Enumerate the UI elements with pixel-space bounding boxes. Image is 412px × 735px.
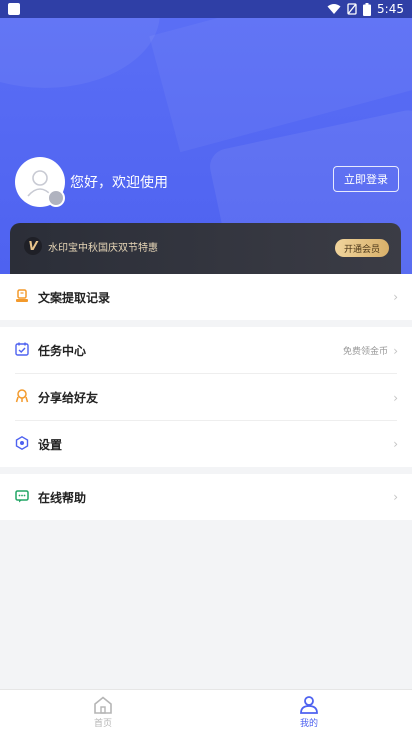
login-button[interactable]: 立即登录 [333,166,399,192]
menu-card-main: 任务中心 免费领金币 › 分享给好友 › 设置 › [0,327,412,467]
status-bar: 5:45 [0,0,412,18]
chevron-right-icon: › [393,290,398,304]
menu-card-records: 文案提取记录 › [0,274,412,320]
settings-hex-icon [15,436,29,450]
menu-item-share[interactable]: 分享给好友 › [0,374,412,421]
menu-item-online-help[interactable]: 在线帮助 › [0,474,412,520]
document-stamp-icon [16,289,28,302]
chevron-right-icon: › [393,437,398,451]
menu-card-help: 在线帮助 › [0,474,412,520]
avatar-badge-icon [47,189,65,207]
chevron-right-icon: › [393,343,398,358]
vip-promo-text: 水印宝中秋国庆双节特惠 [48,243,158,254]
chevron-right-icon: › [393,390,398,405]
chat-help-icon [15,490,29,503]
tab-mine[interactable]: 我的 [206,690,412,735]
share-icon [15,389,29,403]
status-icons: 5:45 [327,2,404,16]
profile-header: 您好，欢迎使用 立即登录 V 水印宝中秋国庆双节特惠 开通会员 [0,18,412,274]
profile-icon [300,696,318,714]
wifi-icon [327,4,341,14]
avatar[interactable] [15,157,65,207]
decor-shape [0,18,160,88]
tab-home[interactable]: 首页 [0,690,206,735]
battery-icon [363,2,372,16]
menu-item-task-center[interactable]: 任务中心 免费领金币 › [0,327,412,374]
menu-item-text-extract-records[interactable]: 文案提取记录 › [0,274,412,320]
open-vip-button[interactable]: 开通会员 [335,239,389,257]
notification-icon [8,3,20,15]
menu-item-label: 文案提取记录 [38,290,111,305]
menu-item-settings[interactable]: 设置 › [0,421,412,467]
checklist-icon [15,342,29,356]
home-icon [94,696,112,714]
bottom-tab-bar: 首页 我的 [0,689,412,735]
no-sim-icon [347,3,357,15]
status-time: 5:45 [377,2,404,16]
free-coins-hint: 免费领金币 [342,347,388,357]
chevron-right-icon: › [393,490,398,504]
vip-logo-icon: V [24,237,42,255]
tab-label: 我的 [299,719,318,729]
tab-label: 首页 [93,719,112,729]
menu-item-label: 在线帮助 [38,490,87,505]
menu-item-label: 分享给好友 [38,391,99,405]
greeting-text: 您好，欢迎使用 [70,175,168,191]
menu-item-label: 设置 [38,437,63,452]
vip-banner[interactable]: V 水印宝中秋国庆双节特惠 开通会员 [10,223,401,274]
menu-item-label: 任务中心 [38,344,87,358]
